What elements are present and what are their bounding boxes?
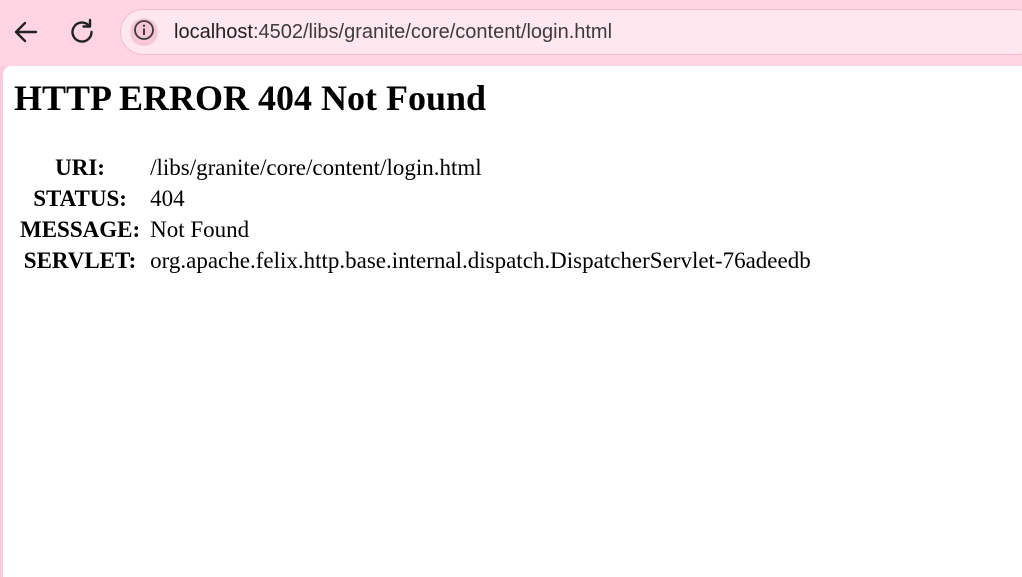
- url-path: :4502/libs/granite/core/content/login.ht…: [252, 21, 613, 43]
- browser-toolbar: localhost:4502/libs/granite/core/content…: [0, 0, 1022, 66]
- uri-label: URI:: [55, 155, 105, 180]
- url-host: localhost: [174, 21, 253, 43]
- uri-value: /libs/granite/core/content/login.html: [150, 155, 482, 180]
- back-button[interactable]: [8, 14, 44, 50]
- site-info-button[interactable]: [130, 18, 158, 46]
- page-content: HTTP ERROR 404 Not Found URI: /libs/gran…: [3, 66, 1022, 577]
- url-text[interactable]: localhost:4502/libs/granite/core/content…: [174, 21, 612, 43]
- table-row: URI: /libs/granite/core/content/login.ht…: [18, 154, 811, 181]
- address-bar[interactable]: localhost:4502/libs/granite/core/content…: [120, 9, 1022, 55]
- error-details-table: URI: /libs/granite/core/content/login.ht…: [14, 150, 815, 278]
- servlet-value: org.apache.felix.http.base.internal.disp…: [150, 248, 811, 273]
- reload-icon: [67, 17, 97, 47]
- table-row: SERVLET: org.apache.felix.http.base.inte…: [18, 247, 811, 274]
- message-value: Not Found: [150, 217, 250, 242]
- info-icon: [133, 19, 155, 46]
- servlet-label: SERVLET:: [23, 248, 137, 273]
- table-row: STATUS: 404: [18, 185, 811, 212]
- table-row: MESSAGE: Not Found: [18, 216, 811, 243]
- arrow-left-icon: [12, 18, 40, 46]
- message-label: MESSAGE:: [20, 217, 141, 242]
- status-label: STATUS:: [33, 186, 127, 211]
- page-title: HTTP ERROR 404 Not Found: [14, 78, 487, 118]
- reload-button[interactable]: [64, 14, 100, 50]
- status-value: 404: [150, 186, 185, 211]
